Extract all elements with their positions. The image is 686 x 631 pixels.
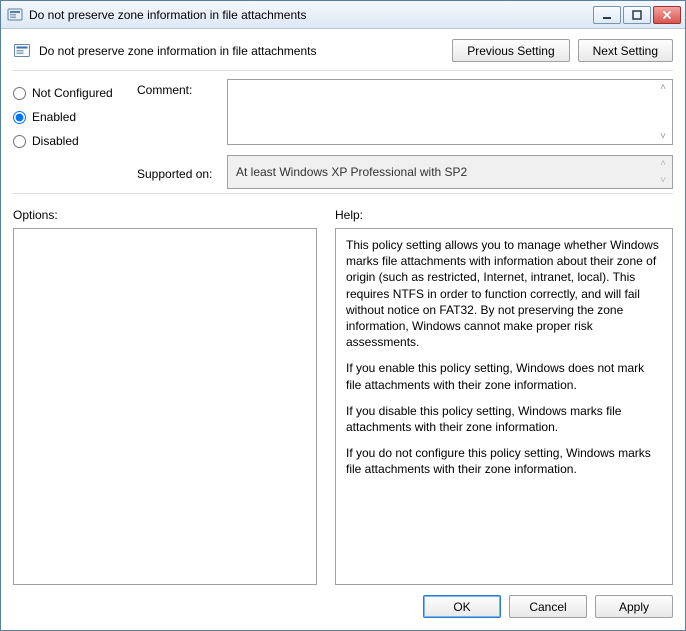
comment-textarea[interactable]: ˄ ˅ <box>227 79 673 145</box>
radio-disabled[interactable]: Disabled <box>13 129 131 153</box>
fields-grid: Comment: ˄ ˅ Supported on: At least Wind… <box>137 79 673 189</box>
radio-not-configured[interactable]: Not Configured <box>13 81 131 105</box>
radio-not-configured-input[interactable] <box>13 87 26 100</box>
supported-on-value-box: At least Windows XP Professional with SP… <box>227 155 673 189</box>
dialog-window: Do not preserve zone information in file… <box>0 0 686 631</box>
help-paragraph: If you enable this policy setting, Windo… <box>346 360 662 392</box>
dialog-header: Do not preserve zone information in file… <box>1 29 685 70</box>
scrollbar[interactable]: ˄ ˅ <box>656 82 670 142</box>
config-row: Not Configured Enabled Disabled Comment:… <box>1 71 685 193</box>
supported-on-value: At least Windows XP Professional with SP… <box>236 165 467 179</box>
scroll-down-icon: ˅ <box>660 175 666 186</box>
radio-label: Disabled <box>32 134 79 148</box>
policy-icon <box>13 42 31 60</box>
help-pane: Help: This policy setting allows you to … <box>335 208 673 585</box>
dialog-footer: OK Cancel Apply <box>1 585 685 630</box>
options-pane: Options: <box>13 208 317 585</box>
options-label: Options: <box>13 208 317 222</box>
close-button[interactable] <box>653 6 681 24</box>
radio-label: Enabled <box>32 110 76 124</box>
scrollbar: ˄ ˅ <box>656 158 670 186</box>
titlebar: Do not preserve zone information in file… <box>1 1 685 29</box>
minimize-button[interactable] <box>593 6 621 24</box>
state-radio-group: Not Configured Enabled Disabled <box>13 79 131 189</box>
maximize-button[interactable] <box>623 6 651 24</box>
comment-label: Comment: <box>137 79 227 97</box>
scroll-up-icon: ˄ <box>660 158 666 169</box>
radio-label: Not Configured <box>32 86 113 100</box>
options-box <box>13 228 317 585</box>
radio-enabled[interactable]: Enabled <box>13 105 131 129</box>
apply-button[interactable]: Apply <box>595 595 673 618</box>
dialog-subtitle: Do not preserve zone information in file… <box>39 44 444 58</box>
window-controls <box>593 6 681 24</box>
help-paragraph: This policy setting allows you to manage… <box>346 237 662 350</box>
help-paragraph: If you do not configure this policy sett… <box>346 445 662 477</box>
ok-button[interactable]: OK <box>423 595 501 618</box>
previous-setting-button[interactable]: Previous Setting <box>452 39 569 62</box>
scroll-up-icon: ˄ <box>660 82 666 93</box>
help-box: This policy setting allows you to manage… <box>335 228 673 585</box>
panes-row: Options: Help: This policy setting allow… <box>1 194 685 585</box>
supported-on-label: Supported on: <box>137 163 227 181</box>
radio-enabled-input[interactable] <box>13 111 26 124</box>
scroll-down-icon: ˅ <box>660 131 666 142</box>
help-label: Help: <box>335 208 673 222</box>
help-paragraph: If you disable this policy setting, Wind… <box>346 403 662 435</box>
radio-disabled-input[interactable] <box>13 135 26 148</box>
policy-app-icon <box>7 7 23 23</box>
cancel-button[interactable]: Cancel <box>509 595 587 618</box>
next-setting-button[interactable]: Next Setting <box>578 39 673 62</box>
window-title: Do not preserve zone information in file… <box>29 8 593 22</box>
